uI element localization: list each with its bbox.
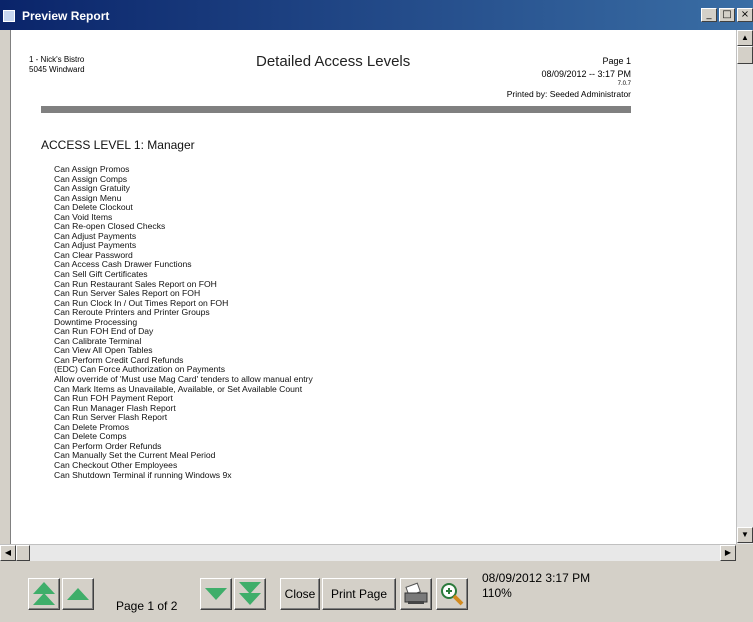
- report-viewport: 1 - Nick's Bistro 5045 Windward Detailed…: [10, 30, 737, 544]
- permission-item: Can Shutdown Terminal if running Windows…: [54, 469, 232, 480]
- preview-report-window: Preview Report _ □ × 1 - Nick's Bistro 5…: [0, 0, 753, 622]
- vertical-scrollbar[interactable]: ▲ ▼: [736, 30, 753, 544]
- window-controls: _ □ ×: [701, 8, 753, 22]
- report-meta: Page 1 08/09/2012 -- 3:17 PM 7.0.7 Print…: [471, 55, 631, 101]
- page-number: Page 1: [602, 56, 631, 66]
- status-datetime: 08/09/2012 3:17 PM: [482, 571, 591, 585]
- down-arrow-icon: [205, 588, 227, 600]
- print-button[interactable]: [400, 578, 432, 610]
- zoom-level: 110%: [482, 586, 512, 600]
- close-window-button[interactable]: ×: [737, 8, 753, 22]
- print-page-button[interactable]: Print Page: [322, 578, 396, 610]
- previous-page-button[interactable]: [62, 578, 94, 610]
- report-datetime: 08/09/2012 -- 3:17 PM: [541, 69, 631, 79]
- scroll-down-button[interactable]: ▼: [737, 527, 753, 543]
- scroll-left-button[interactable]: ◀: [0, 545, 16, 561]
- horizontal-scroll-thumb[interactable]: [16, 545, 30, 561]
- restaurant-info: 1 - Nick's Bistro 5045 Windward: [29, 55, 85, 75]
- scroll-up-button[interactable]: ▲: [737, 30, 753, 46]
- title-bar: Preview Report _ □ ×: [0, 0, 753, 30]
- status-info: 08/09/2012 3:17 PM 110%: [482, 571, 590, 601]
- version-number: 7.0.7: [617, 81, 631, 87]
- access-level-title: ACCESS LEVEL 1: Manager: [41, 138, 195, 152]
- page-indicator: Page 1 of 2: [116, 599, 178, 613]
- restaurant-name: 1 - Nick's Bistro: [29, 55, 85, 64]
- permission-list: Can Assign Promos Can Assign Comps Can Ass…: [54, 164, 313, 480]
- printer-icon: [404, 582, 428, 604]
- window-title: Preview Report: [22, 9, 110, 23]
- vertical-scroll-thumb[interactable]: [737, 46, 753, 64]
- header-divider: [41, 106, 631, 113]
- window-icon: [3, 10, 15, 22]
- close-button[interactable]: Close: [280, 578, 320, 610]
- scrollbar-corner: [736, 544, 753, 561]
- preview-toolbar: Page 1 of 2 Close Print Page 08/09/2012 …: [0, 561, 753, 622]
- scroll-right-button[interactable]: ▶: [720, 545, 736, 561]
- maximize-button[interactable]: □: [719, 8, 735, 22]
- zoom-in-icon: [441, 583, 464, 606]
- next-page-button[interactable]: [200, 578, 232, 610]
- restaurant-address: 5045 Windward: [29, 65, 85, 74]
- printed-by: Printed by: Seeded Administrator: [506, 89, 631, 99]
- horizontal-scrollbar[interactable]: ◀ ▶: [0, 544, 736, 561]
- last-page-button[interactable]: [234, 578, 266, 610]
- minimize-button[interactable]: _: [701, 8, 717, 22]
- up-arrow-icon: [67, 588, 89, 600]
- report-title: Detailed Access Levels: [256, 53, 411, 70]
- first-page-button[interactable]: [28, 578, 60, 610]
- zoom-button[interactable]: [436, 578, 468, 610]
